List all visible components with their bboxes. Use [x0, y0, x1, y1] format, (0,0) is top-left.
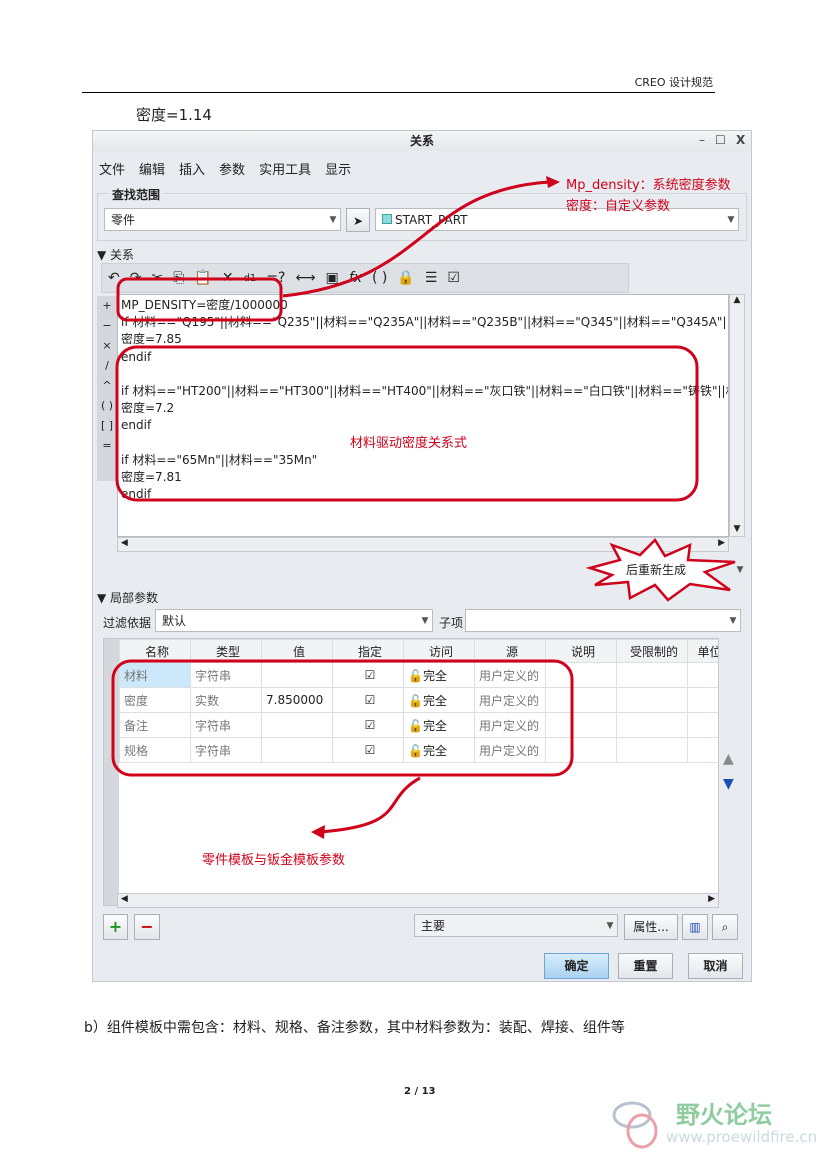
watermark-logo [610, 1095, 670, 1159]
arrow-to-note [282, 180, 551, 298]
note-template-params: 零件模板与钣金模板参数 [202, 853, 346, 868]
highlight-params [111, 659, 574, 777]
highlight-mp-density [116, 277, 283, 322]
regen-label-overlay: 后重新生成 [626, 563, 687, 577]
watermark-url: www.proewildfire.cn [666, 1128, 818, 1146]
note-relations: 材料驱动密度关系式 [350, 436, 468, 451]
arrow-to-template-note [319, 776, 421, 834]
note-custom-density: 密度：自定义参数 [566, 199, 671, 214]
watermark-name: 野火论坛 [676, 1101, 772, 1129]
page-number: 2 / 13 [404, 1086, 436, 1097]
note-mp-density: Mp_density：系统密度参数 [566, 178, 731, 193]
highlight-relations [115, 345, 699, 502]
body-text: b）组件模板中需包含：材料、规格、备注参数，其中材料参数为：装配、焊接、组件等 [84, 1020, 625, 1036]
